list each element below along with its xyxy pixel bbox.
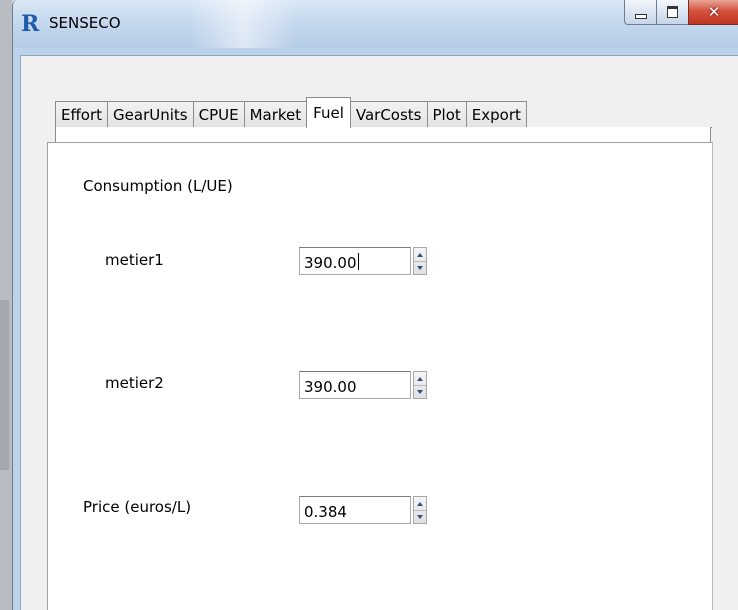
price-spin-buttons bbox=[413, 496, 427, 524]
close-icon: ✕ bbox=[707, 2, 721, 21]
senseco-window: R SENSECO ✕ Effort GearUnits CPUE Market… bbox=[12, 0, 738, 610]
window-title: SENSECO bbox=[49, 14, 121, 32]
background-window-scrollbar bbox=[0, 300, 9, 470]
metier1-decrement-button[interactable] bbox=[414, 261, 426, 274]
title-bar-glare bbox=[188, 0, 298, 48]
tab-bar: Effort GearUnits CPUE Market Fuel VarCos… bbox=[55, 96, 527, 128]
tab-varcosts[interactable]: VarCosts bbox=[349, 101, 428, 128]
metier2-spin-buttons bbox=[413, 371, 427, 399]
arrow-up-icon bbox=[417, 252, 423, 257]
maximize-button[interactable] bbox=[656, 0, 689, 25]
price-spinbox bbox=[299, 496, 429, 526]
tab-plot[interactable]: Plot bbox=[426, 101, 467, 128]
price-label: Price (euros/L) bbox=[83, 498, 192, 516]
maximize-icon bbox=[667, 6, 678, 18]
metier1-spinbox bbox=[299, 247, 429, 277]
metier1-increment-button[interactable] bbox=[414, 248, 426, 262]
metier2-decrement-button[interactable] bbox=[414, 385, 426, 398]
tab-page-frame bbox=[55, 127, 711, 142]
tab-market[interactable]: Market bbox=[243, 101, 308, 128]
tab-effort[interactable]: Effort bbox=[55, 101, 109, 128]
price-input[interactable] bbox=[299, 496, 411, 524]
close-button[interactable]: ✕ bbox=[688, 0, 738, 25]
arrow-up-icon bbox=[417, 376, 423, 381]
tab-cpue[interactable]: CPUE bbox=[192, 101, 245, 128]
price-increment-button[interactable] bbox=[414, 497, 426, 511]
metier1-spin-buttons bbox=[413, 247, 427, 275]
arrow-up-icon bbox=[417, 501, 423, 506]
metier1-label: metier1 bbox=[105, 251, 164, 269]
metier2-increment-button[interactable] bbox=[414, 372, 426, 386]
caption-buttons: ✕ bbox=[624, 0, 738, 26]
metier2-spinbox bbox=[299, 371, 429, 401]
metier1-input[interactable] bbox=[299, 247, 411, 275]
window-client-area: Effort GearUnits CPUE Market Fuel VarCos… bbox=[20, 55, 738, 610]
r-logo-icon: R bbox=[19, 13, 43, 35]
text-caret bbox=[358, 253, 359, 270]
metier2-label: metier2 bbox=[105, 374, 164, 392]
arrow-down-icon bbox=[417, 265, 423, 270]
tab-export[interactable]: Export bbox=[465, 101, 527, 128]
tab-fuel[interactable]: Fuel bbox=[306, 97, 351, 128]
minimize-button[interactable] bbox=[624, 0, 657, 25]
fuel-panel: Consumption (L/UE) metier1 metier2 Price… bbox=[47, 142, 713, 610]
arrow-down-icon bbox=[417, 389, 423, 394]
tab-gearunits[interactable]: GearUnits bbox=[107, 101, 194, 128]
minimize-icon bbox=[634, 13, 647, 19]
arrow-down-icon bbox=[417, 514, 423, 519]
title-bar[interactable]: R SENSECO ✕ bbox=[13, 0, 738, 48]
price-decrement-button[interactable] bbox=[414, 510, 426, 523]
consumption-heading: Consumption (L/UE) bbox=[83, 177, 233, 195]
metier2-input[interactable] bbox=[299, 371, 411, 399]
desktop-background bbox=[0, 0, 12, 610]
